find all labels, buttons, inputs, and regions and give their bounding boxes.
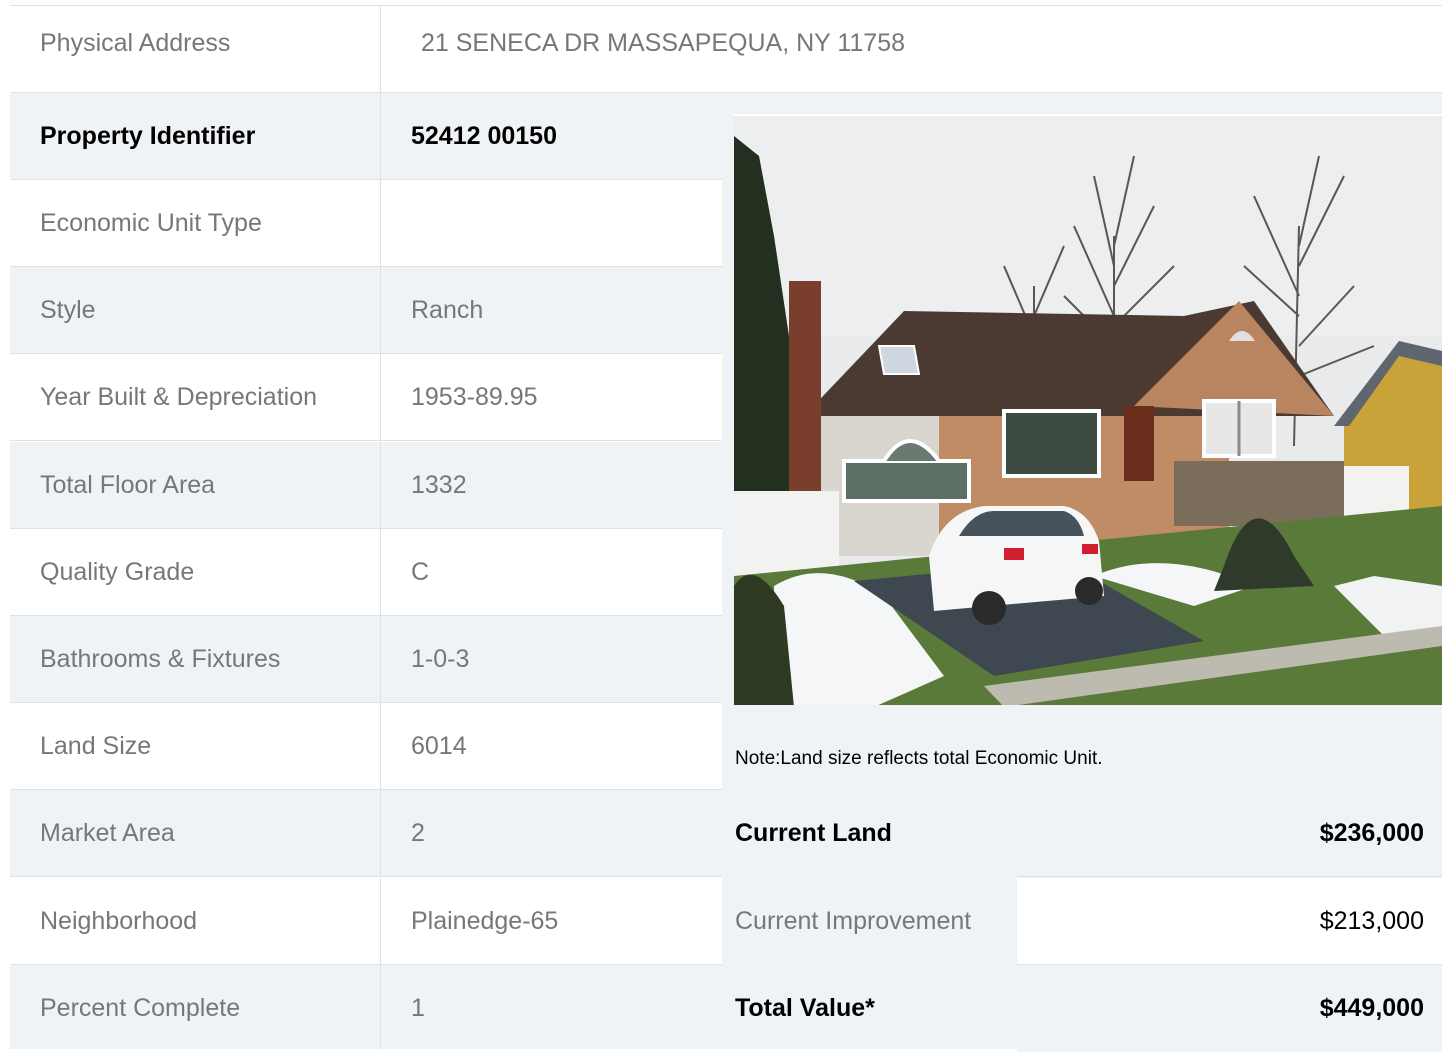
valuation-label: Current Improvement bbox=[735, 907, 972, 935]
detail-row-property-identifier: Property Identifier 52412 00150 bbox=[10, 93, 722, 180]
address-divider bbox=[380, 6, 381, 93]
land-size-note: Note:Land size reflects total Economic U… bbox=[735, 748, 1103, 769]
detail-value: 52412 00150 bbox=[411, 122, 557, 150]
detail-label: Land Size bbox=[40, 732, 152, 760]
property-info-panel: Note:Land size reflects total Economic U… bbox=[722, 93, 1442, 1052]
detail-label: Market Area bbox=[40, 819, 175, 847]
valuation-amount: $213,000 bbox=[1319, 907, 1424, 935]
valuation-row-total-value: Total Value* $449,000 bbox=[722, 965, 1442, 1052]
detail-row-market-area: Market Area 2 bbox=[10, 790, 722, 877]
valuation-label: Current Land bbox=[735, 819, 892, 847]
detail-value: 6014 bbox=[411, 732, 467, 760]
detail-value: Plainedge-65 bbox=[411, 907, 559, 935]
detail-label: Style bbox=[40, 296, 96, 324]
detail-label: Neighborhood bbox=[40, 907, 198, 935]
detail-label: Property Identifier bbox=[40, 122, 256, 150]
detail-row-quality-grade: Quality Grade C bbox=[10, 529, 722, 616]
valuation-amount: $449,000 bbox=[1319, 994, 1424, 1022]
address-row: Physical Address 21 SENECA DR MASSAPEQUA… bbox=[10, 6, 1442, 93]
detail-label: Year Built & Depreciation bbox=[40, 383, 318, 411]
detail-row-bathrooms: Bathrooms & Fixtures 1-0-3 bbox=[10, 616, 722, 703]
valuation-amount: $236,000 bbox=[1319, 819, 1424, 847]
detail-label: Economic Unit Type bbox=[40, 209, 262, 237]
valuation-label: Total Value* bbox=[735, 994, 875, 1022]
detail-value: 2 bbox=[411, 819, 425, 847]
detail-label: Percent Complete bbox=[40, 994, 241, 1022]
detail-row-total-floor-area: Total Floor Area 1332 bbox=[10, 442, 722, 529]
detail-label: Quality Grade bbox=[40, 558, 195, 586]
detail-label: Bathrooms & Fixtures bbox=[40, 645, 281, 673]
valuation-row-current-land: Current Land $236,000 bbox=[722, 790, 1442, 877]
property-photo bbox=[734, 114, 1442, 705]
detail-row-percent-complete: Percent Complete 1 bbox=[10, 965, 722, 1049]
detail-label: Total Floor Area bbox=[40, 471, 216, 499]
detail-row-economic-unit-type: Economic Unit Type bbox=[10, 180, 722, 267]
detail-value: 1953-89.95 bbox=[411, 383, 538, 411]
detail-row-style: Style Ranch bbox=[10, 267, 722, 354]
detail-value: Ranch bbox=[411, 296, 484, 324]
address-value: 21 SENECA DR MASSAPEQUA, NY 11758 bbox=[421, 29, 906, 57]
address-label: Physical Address bbox=[40, 29, 231, 57]
detail-value: 1-0-3 bbox=[411, 645, 470, 673]
detail-value: 1332 bbox=[411, 471, 467, 499]
valuation-row-current-improvement: Current Improvement $213,000 bbox=[722, 878, 1442, 965]
detail-value: C bbox=[411, 558, 430, 586]
house-illustration bbox=[734, 116, 1442, 705]
detail-row-year-built: Year Built & Depreciation 1953-89.95 bbox=[10, 354, 722, 441]
detail-row-neighborhood: Neighborhood Plainedge-65 bbox=[10, 878, 722, 965]
detail-row-land-size: Land Size 6014 bbox=[10, 703, 722, 790]
detail-value: 1 bbox=[411, 994, 425, 1022]
